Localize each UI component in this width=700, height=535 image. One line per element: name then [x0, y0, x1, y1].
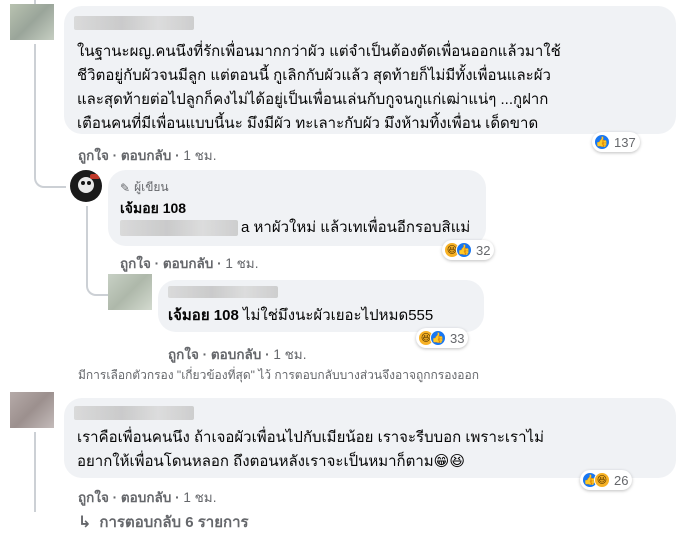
author-name-redacted[interactable] [74, 406, 194, 420]
view-more-replies-button[interactable]: ↳ การตอบกลับ 6 รายการ [78, 510, 249, 534]
reply-bubble: ✎ ผู้เขียน เจ้มอย 108 a หาผัวใหม่ แล้วเท… [108, 170, 486, 246]
reply-bubble: เจ้มอย 108 ไม่ใช่มึงนะผัวเยอะไปหมด555 [158, 280, 484, 332]
thread-line [34, 432, 36, 512]
comment-actions: ถูกใจ · ตอบกลับ · 1 ชม. [78, 144, 216, 166]
comment-bubble: เราคือเพื่อนคนนึง ถ้าเจอผัวเพื่อนไปกับเม… [64, 398, 676, 478]
reaction-count: 26 [614, 472, 629, 488]
author-avatar[interactable] [70, 170, 102, 202]
separator: · [175, 148, 180, 163]
separator: · [202, 347, 208, 362]
avatar[interactable] [108, 274, 152, 310]
reaction-summary[interactable]: 👍 137 [592, 132, 640, 152]
reaction-summary[interactable]: 😆 👍 32 [442, 240, 495, 260]
separator: · [175, 490, 180, 505]
mention-redacted[interactable] [120, 220, 238, 236]
author-name[interactable]: เจ้มอย 108 [120, 198, 186, 220]
author-name-redacted[interactable] [74, 16, 194, 30]
timestamp[interactable]: 1 ชม. [273, 347, 306, 362]
mention-link[interactable]: เจ้มอย 108 [168, 307, 239, 324]
reply-button[interactable]: ตอบกลับ [121, 490, 171, 505]
like-button[interactable]: ถูกใจ [168, 347, 199, 362]
separator: · [217, 256, 222, 271]
author-badge-label: ผู้เขียน [134, 180, 169, 194]
like-icon: 👍 [456, 242, 472, 258]
comment-text-line: อยากให้เพื่อนโดนหลอก ถึงตอนหลังเราจะเป็น… [77, 453, 465, 470]
comment-text-line: ในฐานะผญ.คนนึงที่รักเพื่อนมากกว่าผัว แต่… [77, 43, 561, 60]
reply-actions: ถูกใจ · ตอบกลับ · 1 ชม. [168, 343, 306, 365]
reply-button[interactable]: ตอบกลับ [211, 347, 261, 362]
like-button[interactable]: ถูกใจ [120, 256, 151, 271]
reaction-count: 33 [450, 330, 465, 346]
comment-text: ในฐานะผญ.คนนึงที่รักเพื่อนมากกว่าผัว แต่… [77, 40, 673, 136]
like-button[interactable]: ถูกใจ [78, 148, 109, 163]
like-icon: 👍 [430, 330, 446, 346]
reply-button[interactable]: ตอบกลับ [163, 256, 213, 271]
comment-actions: ถูกใจ · ตอบกลับ · 1 ชม. [78, 486, 216, 508]
timestamp[interactable]: 1 ชม. [183, 490, 216, 505]
like-button[interactable]: ถูกใจ [78, 490, 109, 505]
separator: · [265, 347, 270, 362]
reaction-summary[interactable]: 👍 😆 26 [580, 470, 633, 490]
thread-connector [86, 206, 110, 296]
haha-icon: 😆 [594, 472, 610, 488]
comment-text-line: และสุดท้ายต่อไปลูกก็คงไม่ได้อยู่เป็นเพื่… [77, 91, 549, 108]
filter-note: มีการเลือกตัวกรอง "เกี่ยวข้องที่สุด" ไว้… [78, 368, 479, 382]
reaction-count: 32 [476, 242, 491, 258]
reply-actions: ถูกใจ · ตอบกลับ · 1 ชม. [120, 252, 258, 274]
comment-text-line: ชีวิตอยู่กับผัวจนมีลูก แต่ตอนนี้ กูเลิกก… [77, 67, 551, 84]
timestamp[interactable]: 1 ชม. [225, 256, 258, 271]
author-name-redacted[interactable] [168, 286, 278, 298]
avatar[interactable] [10, 4, 54, 40]
reply-text: a หาผัวใหม่ แล้วเทเพื่อนอีกรอบสิแม่ [241, 219, 471, 236]
avatar[interactable] [10, 392, 54, 428]
comment-text-line: เราคือเพื่อนคนนึง ถ้าเจอผัวเพื่อนไปกับเม… [77, 429, 544, 446]
reply-text: เจ้มอย 108 ไม่ใช่มึงนะผัวเยอะไปหมด555 [168, 304, 433, 328]
separator: · [112, 490, 118, 505]
reply-button[interactable]: ตอบกลับ [121, 148, 171, 163]
reply-arrow-icon: ↳ [78, 514, 92, 531]
reaction-summary[interactable]: 😆 👍 33 [416, 328, 469, 348]
timestamp[interactable]: 1 ชม. [183, 148, 216, 163]
pencil-icon: ✎ [120, 180, 131, 195]
like-icon: 👍 [594, 134, 610, 150]
thread-connector [34, 44, 66, 188]
comment-bubble: ในฐานะผญ.คนนึงที่รักเพื่อนมากกว่าผัว แต่… [64, 6, 676, 134]
reaction-count: 137 [614, 134, 636, 150]
more-replies-label: การตอบกลับ 6 รายการ [99, 514, 249, 531]
separator: · [112, 148, 118, 163]
reply-text-content: ไม่ใช่มึงนะผัวเยอะไปหมด555 [238, 307, 434, 324]
separator: · [154, 256, 160, 271]
author-badge: ✎ ผู้เขียน [120, 178, 169, 197]
comment-text: เราคือเพื่อนคนนึง ถ้าเจอผัวเพื่อนไปกับเม… [77, 426, 673, 474]
comment-text-line: เตือนคนที่มีเพื่อนแบบนี้นะ มึงมีผัว ทะเล… [77, 115, 539, 132]
